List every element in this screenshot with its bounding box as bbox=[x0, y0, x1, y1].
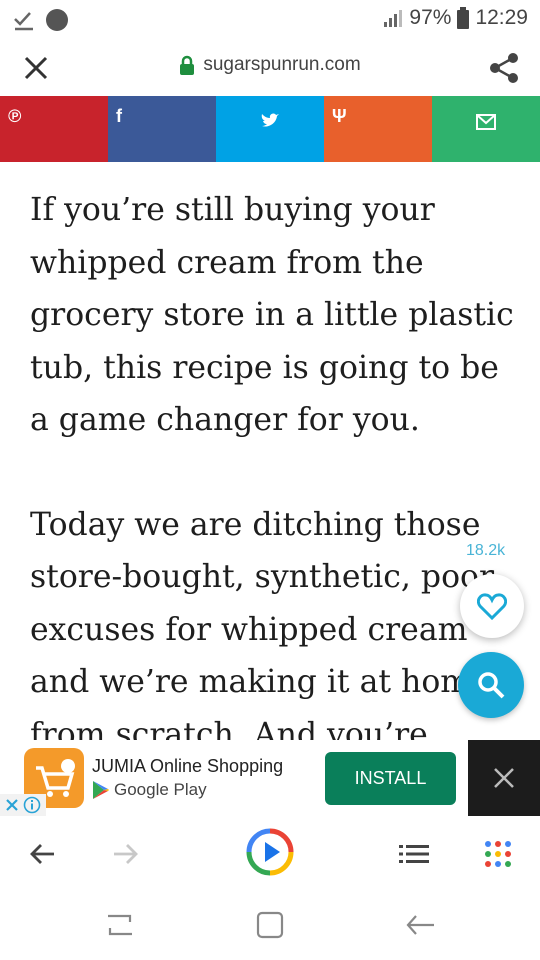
adchoices-badge[interactable] bbox=[0, 794, 46, 816]
back-button[interactable] bbox=[20, 832, 64, 876]
ad-close-button[interactable] bbox=[468, 740, 540, 816]
home-icon[interactable] bbox=[250, 908, 290, 942]
article-paragraph: If you’re still buying your whipped crea… bbox=[30, 192, 514, 438]
social-share-strip: ℗ f Ψ bbox=[0, 96, 540, 162]
battery-percent: 97% bbox=[409, 6, 452, 29]
menu-list-button[interactable] bbox=[392, 832, 436, 876]
yummly-share-button[interactable]: Ψ bbox=[324, 96, 432, 162]
google-play-circle-icon bbox=[246, 828, 294, 876]
grid-dots-icon bbox=[485, 841, 511, 867]
ad-app-name: JUMIA Online Shopping bbox=[92, 756, 284, 776]
yummly-icon: Ψ bbox=[332, 106, 347, 126]
close-icon bbox=[494, 768, 514, 788]
email-icon bbox=[476, 114, 496, 130]
status-icons-left bbox=[12, 8, 68, 32]
save-count: 18.2k bbox=[466, 542, 506, 559]
notification-dot-icon bbox=[46, 9, 68, 31]
recent-apps-icon[interactable] bbox=[100, 908, 140, 942]
ad-banner[interactable]: JUMIA Online Shopping Google Play INSTAL… bbox=[0, 740, 540, 816]
status-bar: 97% 12:29 bbox=[0, 0, 540, 40]
facebook-icon: f bbox=[116, 106, 122, 126]
url-bar: sugarspunrun.com bbox=[0, 40, 540, 96]
back-arrow-icon[interactable] bbox=[400, 908, 440, 942]
facebook-share-button[interactable]: f bbox=[108, 96, 216, 162]
url-domain: sugarspunrun.com bbox=[203, 54, 361, 75]
list-icon bbox=[399, 845, 429, 863]
favorite-button[interactable] bbox=[460, 574, 524, 638]
ad-store: Google Play bbox=[92, 780, 207, 800]
ad-store-label: Google Play bbox=[114, 780, 207, 799]
article-paragraph: Today we are ditching those store-bought… bbox=[30, 506, 495, 753]
forward-button[interactable] bbox=[104, 832, 148, 876]
ad-close-small-icon bbox=[6, 799, 18, 811]
email-share-button[interactable] bbox=[432, 96, 540, 162]
pinterest-icon: ℗ bbox=[8, 106, 22, 126]
share-icon[interactable] bbox=[486, 50, 522, 86]
google-play-icon bbox=[93, 781, 109, 799]
arrow-right-icon bbox=[114, 844, 138, 864]
arrow-left-icon bbox=[30, 844, 54, 864]
info-icon bbox=[23, 796, 41, 814]
article-body: If you’re still buying your whipped crea… bbox=[30, 184, 520, 813]
search-button[interactable] bbox=[458, 652, 524, 718]
status-icons-right: 97% 12:29 bbox=[383, 6, 528, 30]
clock: 12:29 bbox=[475, 6, 528, 29]
download-complete-icon bbox=[14, 12, 33, 31]
url-display[interactable]: sugarspunrun.com bbox=[0, 54, 540, 76]
signal-icon bbox=[384, 10, 403, 27]
pinterest-share-button[interactable]: ℗ bbox=[0, 96, 108, 162]
heart-icon bbox=[477, 593, 507, 620]
battery-icon bbox=[457, 7, 470, 29]
lock-icon bbox=[180, 55, 195, 75]
search-icon bbox=[478, 672, 505, 699]
twitter-icon bbox=[261, 113, 279, 127]
install-button[interactable]: INSTALL bbox=[325, 752, 456, 805]
apps-grid-button[interactable] bbox=[476, 832, 520, 876]
browser-bottom-bar bbox=[0, 816, 540, 890]
twitter-share-button[interactable] bbox=[216, 96, 324, 162]
system-navigation-bar bbox=[0, 890, 540, 960]
play-button[interactable] bbox=[246, 828, 294, 876]
